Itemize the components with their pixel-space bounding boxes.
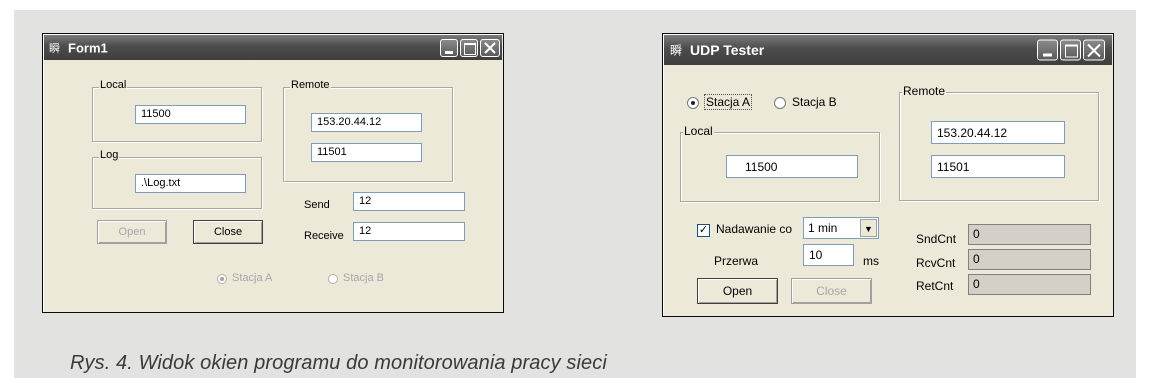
form1-local-label: Local [99, 79, 128, 91]
udp-stacja-b-radio[interactable] [774, 97, 786, 109]
form1-receive-input[interactable]: 12 [353, 222, 465, 241]
maximize-icon [464, 42, 476, 55]
minimize-icon [445, 50, 453, 54]
form1-local-port-input[interactable]: 11500 [135, 105, 246, 124]
udp-sndcnt-label: SndCnt [916, 232, 957, 246]
form1-stacja-a-label: Stacja A [232, 272, 273, 284]
maximize-button[interactable] [460, 38, 478, 57]
udp-rcvcnt-label: RcvCnt [916, 256, 956, 270]
form1-log-group: Log .\Log.txt [92, 149, 262, 209]
udp-retcnt-value: 0 [968, 274, 1091, 295]
udp-local-group: Local 11500 [680, 124, 880, 202]
udp-remote-group: Remote 153.20.44.12 11501 [899, 84, 1099, 201]
form1-stacja-b-label: Stacja B [343, 272, 384, 284]
udp-nadawanie-label: Nadawanie co [716, 222, 793, 236]
form1-receive-label: Receive [304, 230, 344, 242]
udp-interval-select[interactable]: 1 min ▼ [803, 217, 879, 239]
form1-send-label: Send [304, 199, 330, 211]
form1-local-group: Local 11500 [92, 79, 262, 142]
form1-title: Form1 [68, 40, 108, 55]
form1-close-button[interactable]: Close [193, 220, 263, 244]
form1-remote-port-input[interactable]: 11501 [311, 143, 422, 162]
form1-remote-label: Remote [290, 79, 331, 91]
udp-stacja-b-label: Stacja B [792, 95, 837, 109]
form1-send-input[interactable]: 12 [353, 192, 465, 211]
maximize-button[interactable] [1060, 39, 1081, 61]
udp-stacja-a-radio[interactable] [687, 97, 699, 109]
udp-titlebar[interactable]: 瞬 UDP Tester [664, 35, 1112, 65]
chevron-down-icon: ▼ [860, 219, 877, 237]
close-button[interactable] [1083, 39, 1105, 61]
udp-przerwa-input[interactable]: 10 [803, 244, 854, 266]
minimize-button[interactable] [440, 38, 458, 57]
form1-titlebar[interactable]: 瞬 Form1 [44, 35, 502, 60]
form1-log-file-input[interactable]: .\Log.txt [135, 174, 246, 193]
form1-stacja-a-radio[interactable] [217, 274, 227, 284]
udp-remote-ip-input[interactable]: 153.20.44.12 [931, 121, 1065, 144]
udp-retcnt-label: RetCnt [916, 279, 954, 293]
minimize-button[interactable] [1037, 39, 1058, 61]
close-button[interactable] [480, 38, 500, 57]
udp-ms-label: ms [863, 254, 879, 268]
form1-log-label: Log [99, 149, 120, 161]
udp-window: 瞬 UDP Tester Stacja A Stacja B Local 115… [662, 33, 1114, 317]
udp-remote-label: Remote [902, 84, 947, 98]
app-icon: 瞬 [49, 42, 60, 55]
form1-remote-ip-input[interactable]: 153.20.44.12 [311, 113, 422, 132]
close-icon [1087, 43, 1101, 58]
minimize-icon [1043, 53, 1052, 57]
udp-nadawanie-checkbox[interactable]: ✓ [697, 224, 710, 237]
udp-rcvcnt-value: 0 [968, 249, 1091, 270]
form1-open-button[interactable]: Open [97, 220, 167, 244]
udp-close-button[interactable]: Close [791, 278, 872, 304]
udp-przerwa-label: Przerwa [714, 254, 759, 268]
udp-open-button[interactable]: Open [697, 278, 778, 304]
udp-stacja-a-label: Stacja A [703, 94, 753, 110]
udp-title: UDP Tester [690, 42, 765, 58]
udp-local-label: Local [683, 124, 714, 138]
form1-stacja-b-radio[interactable] [328, 274, 338, 284]
udp-sndcnt-value: 0 [968, 224, 1091, 245]
close-icon [484, 41, 496, 54]
maximize-icon [1065, 44, 1078, 58]
form1-remote-group: Remote 153.20.44.12 11501 [283, 79, 453, 182]
udp-remote-port-input[interactable]: 11501 [931, 155, 1065, 178]
udp-local-port-input[interactable]: 11500 [726, 155, 858, 178]
udp-interval-value: 1 min [808, 221, 838, 235]
app-icon: 瞬 [670, 43, 683, 58]
figure-caption: Rys. 4. Widok okien programu do monitoro… [70, 352, 607, 374]
form1-window: 瞬 Form1 Local 11500 Log .\Log.txt Remote… [42, 33, 504, 313]
